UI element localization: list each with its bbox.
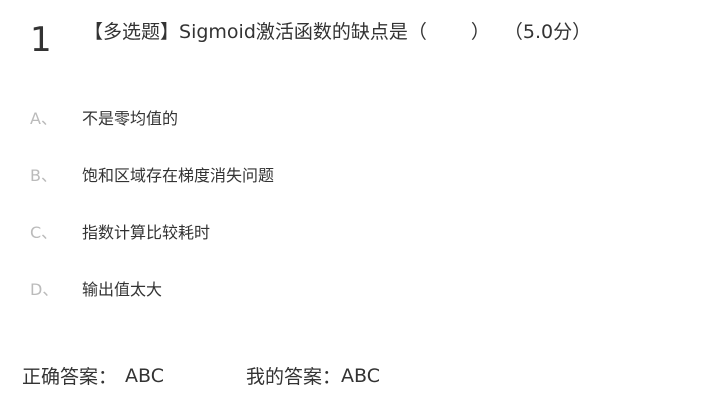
my-answer-value: ABC [341,364,380,387]
option-letter: C、 [30,223,58,242]
question-type-label: 【多选题】 [84,20,180,43]
option-b[interactable]: B、 饱和区域存在梯度消失问题 [30,161,274,218]
option-text: 不是零均值的 [82,109,179,128]
my-answer-label: 我的答案： [245,366,341,388]
correct-answer-value: ABC [125,364,164,387]
question-score: （5.0分） [503,20,592,43]
option-text: 输出值太大 [82,280,163,299]
answer-row: 正确答案： ABC 我的答案： ABC [22,362,380,389]
option-d[interactable]: D、 输出值太大 [30,275,274,332]
correct-answer: 正确答案： ABC [22,362,164,389]
correct-answer-label: 正确答案： [22,366,118,388]
question-number: 1 [30,20,52,60]
option-letter: A、 [30,109,57,128]
my-answer: 我的答案： ABC [246,362,380,389]
option-c[interactable]: C、 指数计算比较耗时 [30,218,274,275]
option-letter: D、 [30,280,59,299]
option-text: 指数计算比较耗时 [82,223,211,242]
options-list: A、 不是零均值的 B、 饱和区域存在梯度消失问题 C、 指数计算比较耗时 D、… [30,104,274,332]
question-prompt-close: ） [470,20,490,43]
option-a[interactable]: A、 不是零均值的 [30,104,274,161]
question-prompt: Sigmoid激活函数的缺点是（ [179,20,427,43]
question-header: 【多选题】 Sigmoid激活函数的缺点是（ ） （5.0分） [84,16,591,44]
option-text: 饱和区域存在梯度消失问题 [82,166,275,185]
option-letter: B、 [30,166,57,185]
